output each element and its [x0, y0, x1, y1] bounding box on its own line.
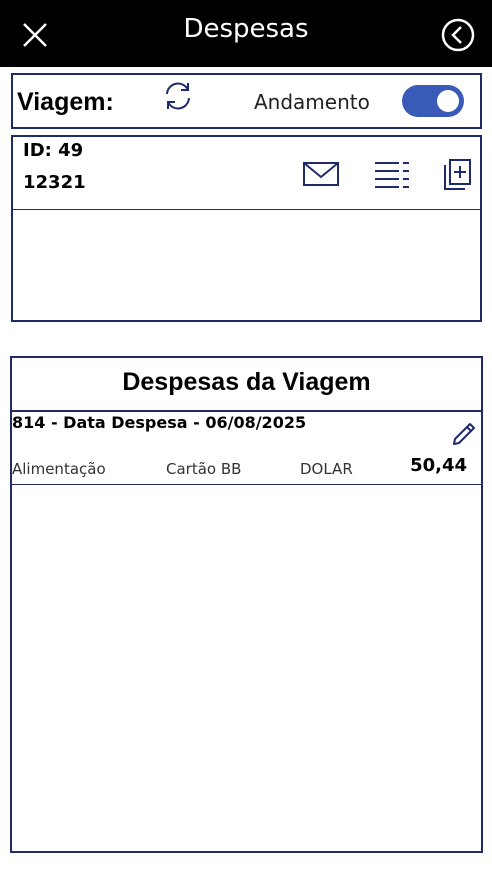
page-title: Despesas [183, 14, 309, 44]
add-document-icon[interactable] [441, 157, 473, 191]
trip-id: ID: 49 [23, 140, 84, 161]
divider [13, 209, 480, 210]
list-icon[interactable] [373, 159, 411, 189]
edit-pencil-icon[interactable] [449, 417, 479, 447]
trip-info-panel: ID: 49 12321 [11, 135, 482, 322]
back-arrow-icon[interactable] [440, 17, 476, 53]
expense-amount: 50,44 [410, 455, 467, 476]
status-label: Andamento [254, 90, 370, 114]
divider [12, 484, 481, 485]
expense-header: 814 - Data Despesa - 06/08/2025 [12, 413, 307, 432]
toggle-knob [437, 90, 459, 112]
expense-currency: DOLAR [300, 460, 353, 478]
mail-icon[interactable] [302, 159, 340, 189]
expense-category: Alimentação [12, 460, 106, 478]
viagem-panel: Viagem: Andamento [11, 73, 482, 129]
expenses-panel: Despesas da Viagem 814 - Data Despesa - … [10, 356, 483, 853]
expense-card: Cartão BB [166, 460, 242, 478]
app-header: Despesas [0, 0, 492, 67]
viagem-label: Viagem: [17, 88, 114, 116]
status-toggle[interactable] [402, 85, 464, 117]
trip-number: 12321 [23, 172, 86, 193]
refresh-icon[interactable] [161, 79, 195, 113]
expense-list-item[interactable]: 814 - Data Despesa - 06/08/2025 Alimenta… [12, 412, 481, 486]
expenses-title: Despesas da Viagem [122, 368, 371, 396]
